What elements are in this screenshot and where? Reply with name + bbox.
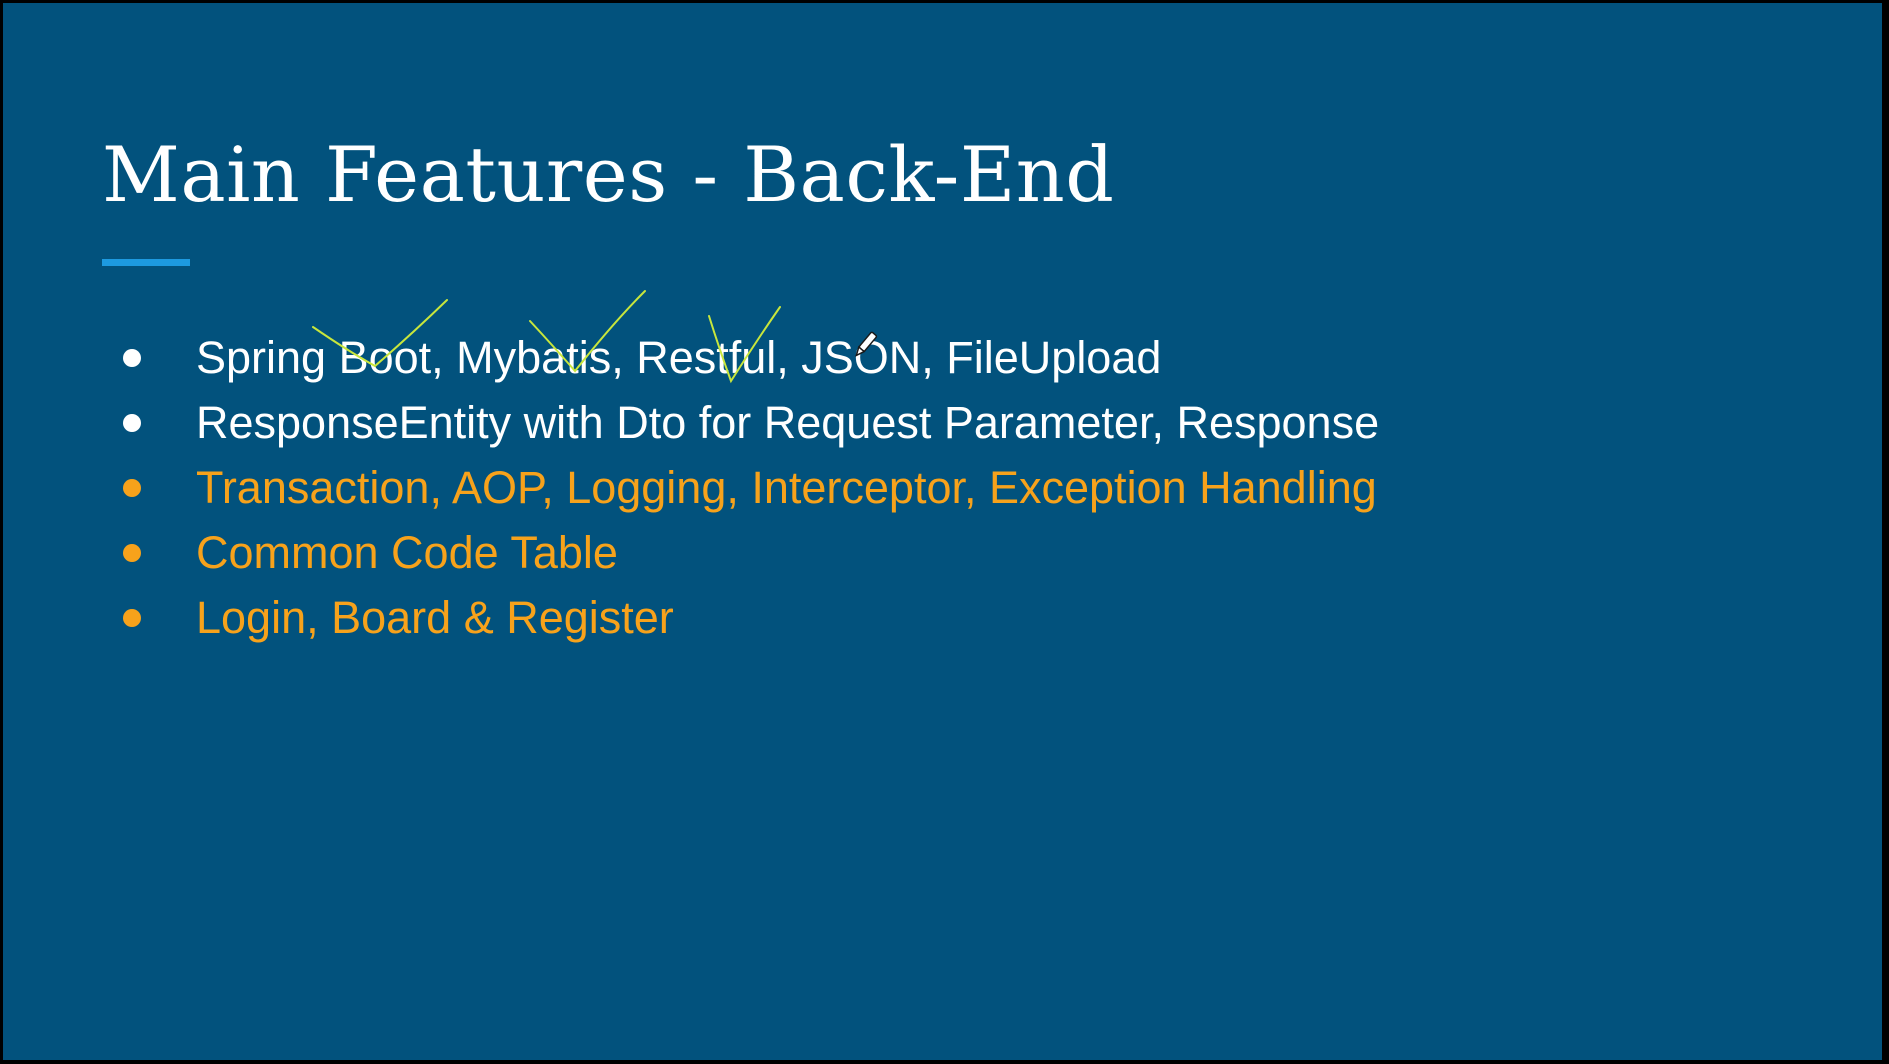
bullet-text: Transaction, AOP, Logging, Interceptor, …	[196, 462, 1377, 513]
bullet-text: ResponseEntity with Dto for Request Para…	[196, 397, 1380, 448]
bullet-text: Spring Boot, Mybatis, Restful, JSON, Fil…	[196, 332, 1162, 383]
bullet-text: Common Code Table	[196, 527, 618, 578]
bullet-dot-icon	[123, 609, 141, 627]
slide-title: Main Features - Back-End	[102, 130, 1115, 219]
presentation-slide: Main Features - Back-End Spring Boot, My…	[3, 3, 1882, 1060]
bullet-dot-icon	[123, 414, 141, 432]
bullet-dot-icon	[123, 479, 141, 497]
screen: Main Features - Back-End Spring Boot, My…	[0, 0, 1889, 1064]
bullet-text: Login, Board & Register	[196, 592, 674, 643]
bullet-dot-icon	[123, 349, 141, 367]
bullet-dot-icon	[123, 544, 141, 562]
title-accent-bar	[102, 259, 190, 266]
